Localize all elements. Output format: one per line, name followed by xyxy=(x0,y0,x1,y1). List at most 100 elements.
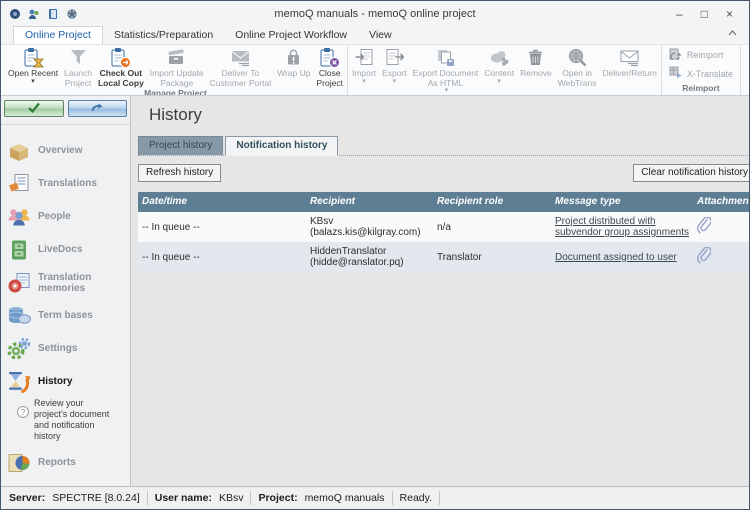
cell-recipient: HiddenTranslator (hidde@ranslator.pq) xyxy=(306,244,433,270)
gear-quick-icon[interactable] xyxy=(66,8,78,20)
ribbon-group-reimport: Reimport X-Translate Reimport xyxy=(662,45,741,95)
column-header-datetime[interactable]: Date/time xyxy=(138,192,306,212)
close-project-icon xyxy=(319,47,340,68)
statusbar-divider xyxy=(439,491,440,505)
maximize-button[interactable]: □ xyxy=(701,8,708,20)
server-label: Server: xyxy=(9,492,45,504)
tab-notification-history[interactable]: Notification history xyxy=(225,136,338,156)
paperclip-icon[interactable] xyxy=(697,256,711,267)
refresh-button[interactable] xyxy=(68,100,128,117)
deliver-return-button[interactable]: Deliver/Return xyxy=(599,45,659,94)
server-value: SPECTRE [8.0.24] xyxy=(52,492,140,504)
wrap-up-button[interactable]: Wrap Up xyxy=(274,45,313,88)
dropdown-caret-icon: ▾ xyxy=(362,79,366,85)
export-button[interactable]: Export ▾ xyxy=(379,45,410,94)
column-header-attachment[interactable]: Attachment xyxy=(693,192,750,212)
help-icon[interactable]: ? xyxy=(17,406,29,418)
x-translate-icon xyxy=(669,66,682,81)
content-pane: History Project history Notification his… xyxy=(131,96,750,486)
dropdown-caret-icon: ▾ xyxy=(497,79,501,85)
import-button[interactable]: Import ▾ xyxy=(349,45,379,94)
ribbon-group-document: Import ▾ Export ▾ Export Document As HTM… xyxy=(348,45,662,95)
ribbon-tab-online-project-workflow[interactable]: Online Project Workflow xyxy=(224,27,358,44)
ribbon: Open Recent ▾ Launch Project Check Out L… xyxy=(1,45,749,96)
remove-icon xyxy=(525,47,546,68)
deliver-return-label: Deliver/Return xyxy=(602,69,656,79)
close-project-button[interactable]: Close Project xyxy=(313,45,345,88)
content-icon xyxy=(489,47,510,68)
reimport-button[interactable]: Reimport xyxy=(669,47,733,62)
livedocs-icon xyxy=(6,237,32,263)
import-update-package-icon xyxy=(166,47,187,68)
user-name-label: User name: xyxy=(155,492,212,504)
message-type-link[interactable]: Document assigned to user xyxy=(555,252,677,263)
clear-notification-history-button[interactable]: Clear notification history xyxy=(633,164,750,182)
refresh-arrow-icon xyxy=(90,100,104,118)
table-row[interactable]: -- In queue -- KBsv (balazs.kis@kilgray.… xyxy=(138,212,750,242)
x-translate-button[interactable]: X-Translate xyxy=(669,66,733,81)
ok-button[interactable] xyxy=(4,100,64,117)
sidebar-item-livedocs[interactable]: LiveDocs xyxy=(1,233,130,266)
collapse-ribbon-icon[interactable] xyxy=(728,23,737,41)
window-title: memoQ manuals - memoQ online project xyxy=(1,8,749,20)
reimport-label: Reimport xyxy=(687,50,724,60)
sidebar-item-reports[interactable]: Reports xyxy=(1,446,130,479)
wrap-up-icon xyxy=(283,47,304,68)
deliver-to-customer-portal-label: Deliver To Customer Portal xyxy=(210,69,271,88)
export-document-as-html-button[interactable]: Export Document As HTML ▾ xyxy=(410,45,482,94)
launch-project-button[interactable]: Launch Project xyxy=(61,45,95,88)
column-header-message-type[interactable]: Message type xyxy=(551,192,693,212)
dropdown-caret-icon: ▾ xyxy=(31,79,35,85)
ribbon-tab-view[interactable]: View xyxy=(358,27,403,44)
cell-attachment xyxy=(693,245,750,269)
sidebar-item-settings[interactable]: Settings xyxy=(1,332,130,365)
sidebar-item-translation-memories[interactable]: Translation memories xyxy=(1,266,130,299)
sidebar-nav: Overview Translations People xyxy=(1,125,130,479)
import-update-package-button[interactable]: Import Update Package xyxy=(147,45,207,88)
tab-project-history[interactable]: Project history xyxy=(138,136,223,155)
ribbon-tab-statistics-preparation[interactable]: Statistics/Preparation xyxy=(103,27,224,44)
people-quick-icon[interactable] xyxy=(28,8,40,20)
page-title: History xyxy=(149,105,750,125)
export-icon xyxy=(384,47,405,68)
open-in-webtrans-button[interactable]: Open in WebTrans xyxy=(555,45,600,94)
column-header-recipient[interactable]: Recipient xyxy=(306,192,433,212)
sidebar-item-overview[interactable]: Overview xyxy=(1,134,130,167)
paperclip-icon[interactable] xyxy=(697,226,711,237)
content-button[interactable]: Content ▾ xyxy=(481,45,517,94)
sidebar-item-people[interactable]: People xyxy=(1,200,130,233)
sidebar-item-translations[interactable]: Translations xyxy=(1,167,130,200)
book-quick-icon[interactable] xyxy=(47,8,59,20)
message-type-link[interactable]: Project distributed with subvendor group… xyxy=(555,216,689,238)
close-button[interactable]: × xyxy=(726,8,733,20)
wrap-up-label: Wrap Up xyxy=(277,69,310,79)
import-update-package-label: Import Update Package xyxy=(150,69,204,88)
column-header-recipient-role[interactable]: Recipient role xyxy=(433,192,551,212)
quick-access-toolbar xyxy=(9,8,78,20)
open-in-webtrans-label: Open in WebTrans xyxy=(558,69,597,88)
check-out-local-copy-button[interactable]: Check Out Local Copy xyxy=(95,45,147,88)
ribbon-tab-online-project[interactable]: Online Project xyxy=(13,26,103,44)
memoq-logo-icon[interactable] xyxy=(9,8,21,20)
cell-recipient-role: n/a xyxy=(433,220,551,235)
sidebar-item-term-bases[interactable]: Term bases xyxy=(1,299,130,332)
sidebar-item-history[interactable]: History xyxy=(1,365,130,398)
status-message: Ready. xyxy=(400,492,433,504)
deliver-to-customer-portal-button[interactable]: Deliver To Customer Portal xyxy=(207,45,274,88)
table-row[interactable]: -- In queue -- HiddenTranslator (hidde@r… xyxy=(138,242,750,272)
group-label-reimport: Reimport xyxy=(663,83,739,95)
remove-button[interactable]: Remove xyxy=(517,45,555,94)
checkmark-icon xyxy=(27,100,41,118)
project-label: Project: xyxy=(258,492,297,504)
sidebar-action-buttons xyxy=(1,96,130,125)
open-recent-button[interactable]: Open Recent ▾ xyxy=(5,45,61,88)
people-icon xyxy=(6,204,32,230)
minimize-button[interactable]: – xyxy=(676,8,683,20)
window-controls: – □ × xyxy=(676,8,741,20)
title-bar: memoQ manuals - memoQ online project – □… xyxy=(1,1,749,27)
history-description: ? Review your project's document and not… xyxy=(1,398,130,446)
reimport-icon xyxy=(669,47,682,62)
refresh-history-button[interactable]: Refresh history xyxy=(138,164,221,182)
cell-attachment xyxy=(693,215,750,239)
main-area: Overview Translations People xyxy=(1,96,749,486)
